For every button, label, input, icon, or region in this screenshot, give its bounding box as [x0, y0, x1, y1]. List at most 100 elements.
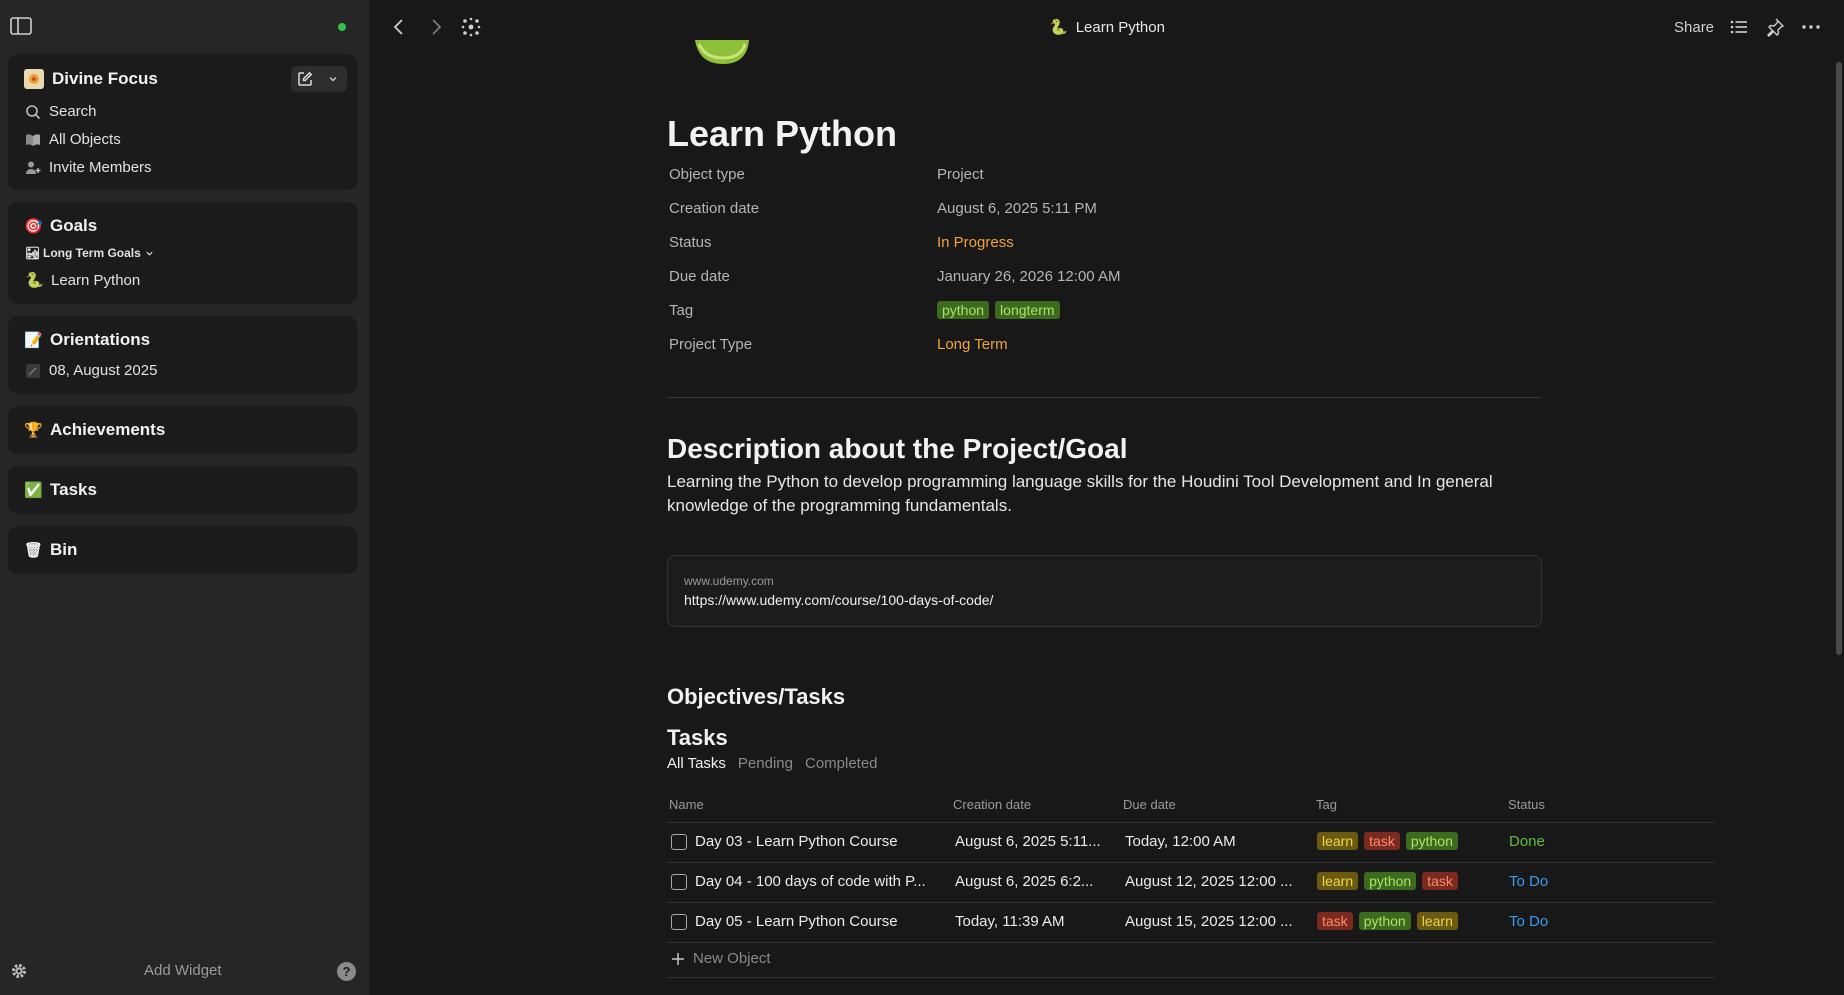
chevron-down-icon — [329, 77, 337, 82]
bookmark-url[interactable]: https://www.udemy.com/course/100-days-of… — [684, 592, 993, 608]
task-checkbox[interactable] — [671, 914, 687, 930]
tab-all-tasks[interactable]: All Tasks — [667, 755, 726, 772]
tab-completed[interactable]: Completed — [805, 755, 878, 772]
settings-gear-icon[interactable] — [10, 962, 28, 980]
set-title[interactable]: Tasks — [667, 725, 728, 751]
back-arrow-icon[interactable] — [389, 17, 409, 37]
objectives-heading[interactable]: Objectives/Tasks — [667, 684, 845, 710]
row-tags: task python learn — [1317, 912, 1464, 930]
chevron-down-icon — [146, 251, 153, 256]
table-row[interactable]: Day 05 - Learn Python Course Today, 11:3… — [667, 903, 1715, 943]
relation-value: January 26, 2026 12:00 AM — [937, 268, 1121, 285]
table-row[interactable]: Day 04 - 100 days of code with P... Augu… — [667, 863, 1715, 903]
nav-invite-members-label: Invite Members — [49, 159, 152, 176]
orientations-item[interactable]: 08, August 2025 — [25, 362, 157, 379]
relation-status[interactable]: Status In Progress — [669, 234, 1349, 268]
orientations-widget: 📝 Orientations 08, August 2025 — [8, 316, 357, 394]
table-header: Name Creation date Due date Tag Status + — [667, 795, 1715, 823]
tag-learn: learn — [1317, 872, 1359, 890]
tag-python: python — [937, 301, 990, 319]
row-tags: learn python task — [1317, 872, 1464, 890]
bin-widget-title[interactable]: 🗑 Bin — [24, 540, 77, 560]
table-row[interactable]: Day 03 - Learn Python Course August 6, 2… — [667, 823, 1715, 863]
list-icon[interactable] — [1729, 17, 1749, 37]
share-button[interactable]: Share — [1674, 19, 1714, 36]
forward-arrow-icon[interactable] — [426, 17, 446, 37]
goals-item-label: Learn Python — [51, 272, 141, 289]
description-text[interactable]: Learning the Python to develop programmi… — [667, 470, 1541, 518]
more-options-icon[interactable] — [1801, 17, 1821, 37]
snake-icon: 🐍 — [1049, 19, 1068, 36]
goals-widget: 🎯 Goals 🏜 Long Term Goals 🐍 Learn Python — [8, 202, 357, 304]
column-name[interactable]: Name — [669, 797, 704, 812]
create-object-button[interactable] — [291, 66, 319, 92]
nav-search[interactable]: Search — [25, 103, 97, 120]
column-tag[interactable]: Tag — [1316, 797, 1337, 812]
memo-icon: 📝 — [24, 331, 43, 349]
goals-widget-title[interactable]: 🎯 Goals — [24, 216, 97, 236]
new-object-button[interactable]: New Object — [671, 950, 771, 967]
trash-bin-icon: 🗑 — [24, 541, 44, 559]
column-creation-date[interactable]: Creation date — [953, 797, 1031, 812]
row-tags: learn task python — [1317, 832, 1464, 850]
graph-view-icon[interactable] — [461, 17, 481, 37]
relation-object-type[interactable]: Object type Project — [669, 166, 1349, 200]
row-name[interactable]: Day 04 - 100 days of code with P... — [695, 873, 926, 890]
row-name[interactable]: Day 05 - Learn Python Course — [695, 913, 898, 930]
scrollbar[interactable] — [1836, 62, 1842, 655]
relation-tags: python longterm — [937, 301, 1066, 319]
tag-task: task — [1422, 872, 1458, 890]
page-title[interactable]: Learn Python — [667, 113, 897, 155]
add-widget-button[interactable]: Add Widget — [144, 962, 222, 979]
orientations-widget-title[interactable]: 📝 Orientations — [24, 330, 150, 350]
tag-learn: learn — [1317, 832, 1359, 850]
nav-invite-members[interactable]: Invite Members — [25, 159, 152, 176]
task-checkbox[interactable] — [671, 874, 687, 890]
tag-learn: learn — [1416, 912, 1458, 930]
relation-project-type[interactable]: Project Type Long Term — [669, 336, 1349, 370]
top-bar-title: 🐍 Learn Python — [1049, 18, 1165, 37]
project-type-value: Long Term — [937, 336, 1008, 353]
compose-group — [291, 66, 347, 92]
nav-all-objects[interactable]: All Objects — [25, 131, 121, 148]
description-heading[interactable]: Description about the Project/Goal — [667, 433, 1128, 465]
goals-title-label: Goals — [50, 216, 98, 235]
pin-icon[interactable] — [1765, 17, 1785, 37]
task-checkbox[interactable] — [671, 834, 687, 850]
goals-group-long-term[interactable]: 🏜 Long Term Goals — [25, 246, 154, 260]
relation-due-date[interactable]: Due date January 26, 2026 12:00 AM — [669, 268, 1349, 302]
sidebar-toggle-icon[interactable] — [10, 17, 32, 35]
column-due-date[interactable]: Due date — [1123, 797, 1176, 812]
create-object-dropdown[interactable] — [319, 66, 347, 92]
relation-value: August 6, 2025 5:11 PM — [937, 200, 1097, 217]
help-button[interactable]: ? — [337, 962, 356, 981]
table-bottom-divider — [667, 977, 1715, 978]
relation-key: Object type — [669, 166, 745, 183]
relation-tag[interactable]: Tag python longterm — [669, 301, 1349, 336]
invite-members-icon — [26, 161, 41, 174]
relation-key: Tag — [669, 302, 694, 319]
row-name[interactable]: Day 03 - Learn Python Course — [695, 833, 898, 850]
tasks-title-label: Tasks — [50, 480, 97, 499]
snake-icon — [695, 40, 749, 64]
online-status-dot — [338, 23, 346, 31]
goals-item-learn-python[interactable]: 🐍 Learn Python — [25, 272, 140, 289]
tasks-widget-title[interactable]: ✅ Tasks — [24, 480, 97, 500]
tab-pending[interactable]: Pending — [738, 755, 793, 772]
achievements-widget-title[interactable]: 🏆 Achievements — [24, 420, 165, 440]
relation-creation-date[interactable]: Creation date August 6, 2025 5:11 PM — [669, 200, 1349, 234]
relation-key: Status — [669, 234, 712, 251]
status-badge: To Do — [1509, 873, 1549, 890]
achievements-widget: 🏆 Achievements — [8, 406, 357, 454]
new-object-label: New Object — [693, 950, 771, 967]
trophy-icon: 🏆 — [24, 421, 43, 439]
app-window: Divine Focus Search All Objects Invite M… — [0, 0, 1844, 995]
nav-search-label: Search — [49, 103, 97, 120]
column-status[interactable]: Status — [1508, 797, 1545, 812]
nav-all-objects-label: All Objects — [49, 131, 121, 148]
status-value: In Progress — [937, 234, 1014, 251]
bookmark-block[interactable]: www.udemy.com https://www.udemy.com/cour… — [667, 555, 1542, 627]
space-title[interactable]: Divine Focus — [24, 69, 158, 89]
relation-key: Creation date — [669, 200, 760, 217]
achievements-title-label: Achievements — [50, 420, 166, 439]
